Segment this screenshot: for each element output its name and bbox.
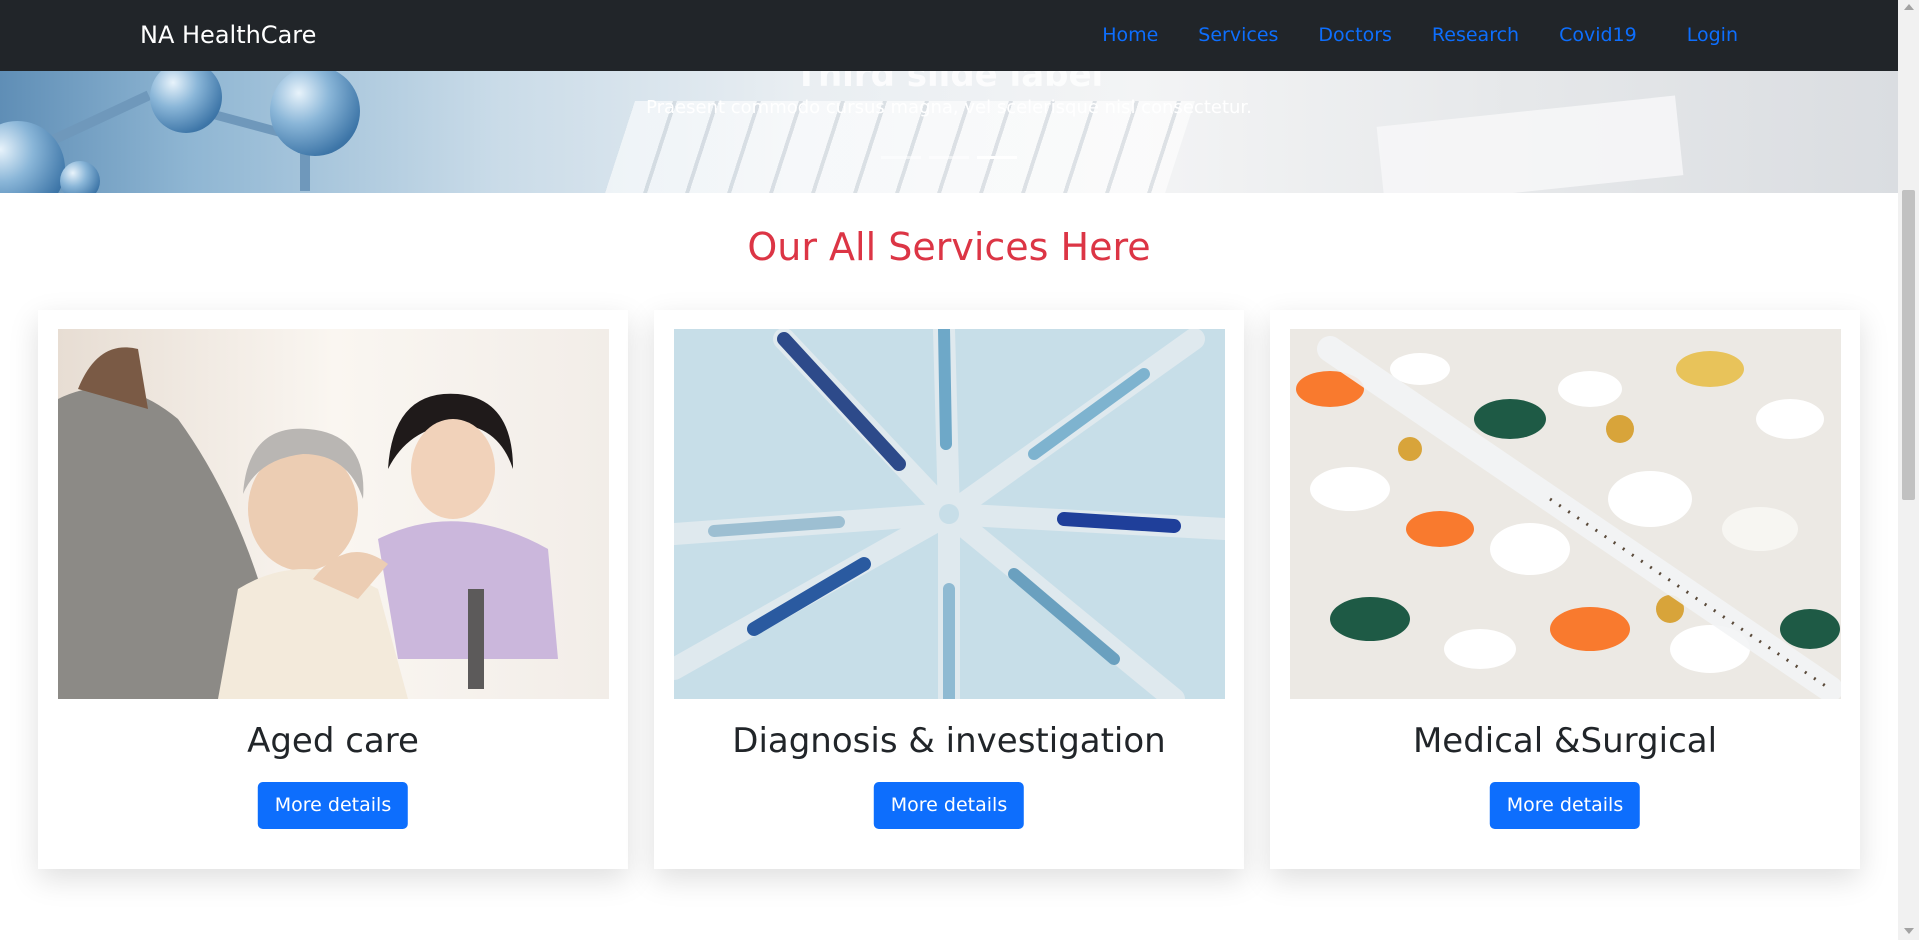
carousel-indicators [0, 156, 1898, 159]
nav-link-services[interactable]: Services [1198, 24, 1278, 46]
top-navbar: NA HealthCare Home Services Doctors Rese… [0, 0, 1898, 71]
pills-thermometer-photo-icon [1290, 329, 1841, 699]
scroll-up-arrow-icon[interactable] [1904, 4, 1914, 10]
carousel-caption-text: Praesent commodo cursus magna, vel scele… [646, 97, 1252, 118]
scroll-down-arrow-icon[interactable] [1904, 928, 1914, 934]
service-card-aged-care: Aged care More details [38, 310, 628, 869]
service-card-diagnosis: Diagnosis & investigation More details [654, 310, 1244, 869]
nav-link-login[interactable]: Login [1687, 24, 1738, 46]
card-title-diagnosis: Diagnosis & investigation [732, 721, 1166, 761]
nav-link-home[interactable]: Home [1102, 24, 1158, 46]
nav-link-covid19[interactable]: Covid19 [1559, 24, 1637, 46]
carousel-caption-title: Third slide label [794, 71, 1104, 95]
aged-care-photo-icon [58, 329, 609, 699]
carousel-indicator-3[interactable] [977, 156, 1017, 159]
brand-logo-text[interactable]: NA HealthCare [140, 21, 316, 49]
nav-links: Home Services Doctors Research Covid19 L… [1062, 24, 1738, 46]
page: Third slide label Praesent commodo cursu… [0, 0, 1919, 940]
more-details-button-aged-care[interactable]: More details [257, 782, 409, 829]
syringes-photo-icon [674, 329, 1225, 699]
page-scrollbar[interactable] [1898, 0, 1919, 940]
card-title-aged-care: Aged care [247, 721, 419, 761]
molecule-sphere [60, 161, 100, 193]
service-cards: Aged care More details Diagnosis & inves… [38, 310, 1886, 869]
service-card-medical-surgical: Medical &Surgical More details [1270, 310, 1860, 869]
medical-surgical-image [1290, 329, 1841, 699]
carousel-indicator-1[interactable] [881, 156, 921, 159]
aged-care-image [58, 329, 609, 699]
carousel-indicator-2[interactable] [929, 156, 969, 159]
hero-carousel[interactable]: Third slide label Praesent commodo cursu… [0, 71, 1898, 193]
diagnosis-image [674, 329, 1225, 699]
services-heading: Our All Services Here [747, 225, 1151, 269]
scrollbar-thumb[interactable] [1902, 190, 1915, 500]
nav-link-doctors[interactable]: Doctors [1318, 24, 1392, 46]
more-details-button-diagnosis[interactable]: More details [873, 782, 1025, 829]
more-details-button-medical-surgical[interactable]: More details [1489, 782, 1641, 829]
card-title-medical-surgical: Medical &Surgical [1412, 721, 1718, 761]
nav-link-research[interactable]: Research [1432, 24, 1519, 46]
